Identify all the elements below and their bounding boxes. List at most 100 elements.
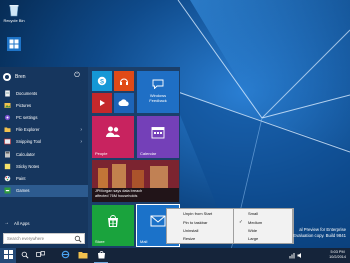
paint-icon <box>4 175 11 182</box>
all-apps-label: All Apps <box>14 220 30 226</box>
store-icon <box>97 250 106 261</box>
calculator-icon <box>4 151 11 158</box>
video-icon <box>92 98 112 110</box>
menu-item-pictures[interactable]: Pictures <box>0 99 88 111</box>
context-item-pin-taskbar[interactable]: Pin to taskbar <box>183 220 207 225</box>
tile-label: Mail <box>140 239 148 244</box>
documents-icon <box>4 90 11 97</box>
desktop-icon-recycle-bin[interactable]: Recycle Bin <box>1 3 27 23</box>
tile-news[interactable]: JPMorgan says data breach affected 76M h… <box>92 160 179 202</box>
tile-label: Store <box>95 239 105 244</box>
taskbar: 5:03 PM 10/2/2014 <box>0 248 350 263</box>
power-button[interactable]: ⏻ <box>72 71 82 81</box>
resize-small[interactable]: Small <box>248 211 258 216</box>
resize-wide[interactable]: Wide <box>248 228 257 233</box>
taskbar-clock[interactable]: 5:03 PM 10/2/2014 <box>329 250 346 260</box>
watermark-line2: Evaluation copy. Build 9841 <box>293 233 346 238</box>
resize-submenu: Small ✓ Medium Wide Large <box>233 208 293 244</box>
task-view-icon <box>36 251 45 260</box>
desktop-icon-computer[interactable] <box>1 36 27 53</box>
taskbar-file-explorer[interactable] <box>75 248 91 263</box>
folder-icon <box>4 126 11 133</box>
tile-windows-feedback[interactable]: Windows Feedback <box>137 71 179 113</box>
tile-calendar[interactable]: Calendar <box>137 116 179 158</box>
tile-music[interactable] <box>114 71 134 91</box>
svg-text:S: S <box>100 79 104 85</box>
menu-item-snipping-tool[interactable]: Snipping Tool › <box>0 136 88 148</box>
start-menu-left-pane: Bren ⏻ Documents Pictures PC settings Fi… <box>0 67 88 248</box>
desktop-icon-label: Recycle Bin <box>3 18 25 23</box>
resize-large[interactable]: Large <box>248 236 258 241</box>
feedback-icon <box>137 79 179 91</box>
people-icon <box>92 125 134 141</box>
taskbar-search-button[interactable] <box>17 248 32 263</box>
menu-item-documents[interactable]: Documents <box>0 87 88 99</box>
context-item-unpin[interactable]: Unpin from Start <box>183 211 212 216</box>
taskbar-internet-explorer[interactable] <box>57 248 73 263</box>
build-watermark: al Preview for Enterprise Evaluation cop… <box>293 227 346 239</box>
tile-video[interactable] <box>92 93 112 113</box>
sticky-notes-icon <box>4 163 11 170</box>
internet-explorer-icon <box>61 250 70 261</box>
menu-item-label: Calculator <box>16 151 35 157</box>
menu-item-paint[interactable]: Paint <box>0 172 88 184</box>
menu-item-label: Pictures <box>16 102 32 108</box>
menu-item-label: PC settings <box>16 114 38 120</box>
menu-item-label: Sticky Notes <box>16 163 40 169</box>
skype-icon: S <box>92 76 112 88</box>
menu-item-label: Snipping Tool <box>16 139 42 145</box>
search-input[interactable] <box>7 236 73 241</box>
chevron-right-icon[interactable]: › <box>80 139 82 145</box>
start-search-box[interactable] <box>3 233 85 244</box>
pictures-icon <box>4 102 11 109</box>
tile-label: Windows Feedback <box>137 93 179 103</box>
checkmark-icon: ✓ <box>239 219 243 224</box>
gear-icon <box>4 114 11 121</box>
context-item-resize[interactable]: Resize <box>183 236 195 241</box>
tile-label: Calendar <box>140 151 157 156</box>
network-icon[interactable] <box>289 252 295 259</box>
menu-item-calculator[interactable]: Calculator <box>0 148 88 160</box>
volume-icon[interactable] <box>297 252 303 259</box>
menu-item-label: Games <box>16 188 30 194</box>
headphones-icon <box>114 76 134 88</box>
resize-medium[interactable]: Medium <box>248 220 262 225</box>
tile-onedrive[interactable] <box>114 93 134 113</box>
games-icon <box>4 187 11 194</box>
user-name: Bren <box>15 73 26 80</box>
arrow-right-icon: → <box>4 220 9 226</box>
chevron-right-icon[interactable]: › <box>80 127 82 133</box>
store-icon <box>92 214 134 230</box>
scissors-icon <box>4 138 11 145</box>
start-icon <box>3 250 13 261</box>
menu-item-pc-settings[interactable]: PC settings <box>0 111 88 123</box>
power-icon: ⏻ <box>74 72 80 79</box>
search-icon <box>21 251 29 261</box>
menu-item-label: File Explorer <box>16 127 40 133</box>
context-item-uninstall[interactable]: Uninstall <box>183 228 198 233</box>
start-button[interactable] <box>0 248 16 263</box>
task-view-button[interactable] <box>33 248 48 263</box>
menu-item-file-explorer[interactable]: File Explorer › <box>0 124 88 136</box>
cloud-icon <box>114 99 134 109</box>
start-menu-list: Documents Pictures PC settings File Expl… <box>0 87 88 197</box>
all-apps-button[interactable]: → All Apps <box>4 220 30 226</box>
news-headline: JPMorgan says data breach affected 76M h… <box>95 189 142 199</box>
menu-item-label: Documents <box>16 90 38 96</box>
avatar <box>3 72 11 81</box>
tile-store[interactable]: Store <box>92 205 134 246</box>
taskbar-store[interactable] <box>93 248 109 263</box>
tile-skype[interactable]: S <box>92 71 112 91</box>
menu-item-label: Paint <box>16 175 26 181</box>
recycle-bin-icon <box>7 3 21 17</box>
menu-item-sticky-notes[interactable]: Sticky Notes <box>0 160 88 172</box>
computer-icon <box>6 36 22 52</box>
menu-item-games[interactable]: Games <box>0 184 88 197</box>
tile-people[interactable]: People <box>92 116 134 158</box>
news-headline-line2: affected 76M households <box>95 193 138 198</box>
search-icon[interactable] <box>74 235 82 243</box>
tile-label-line2: Feedback <box>149 98 167 103</box>
tile-label: People <box>95 151 108 156</box>
file-explorer-icon <box>78 251 88 261</box>
clock-date: 10/2/2014 <box>329 255 346 259</box>
